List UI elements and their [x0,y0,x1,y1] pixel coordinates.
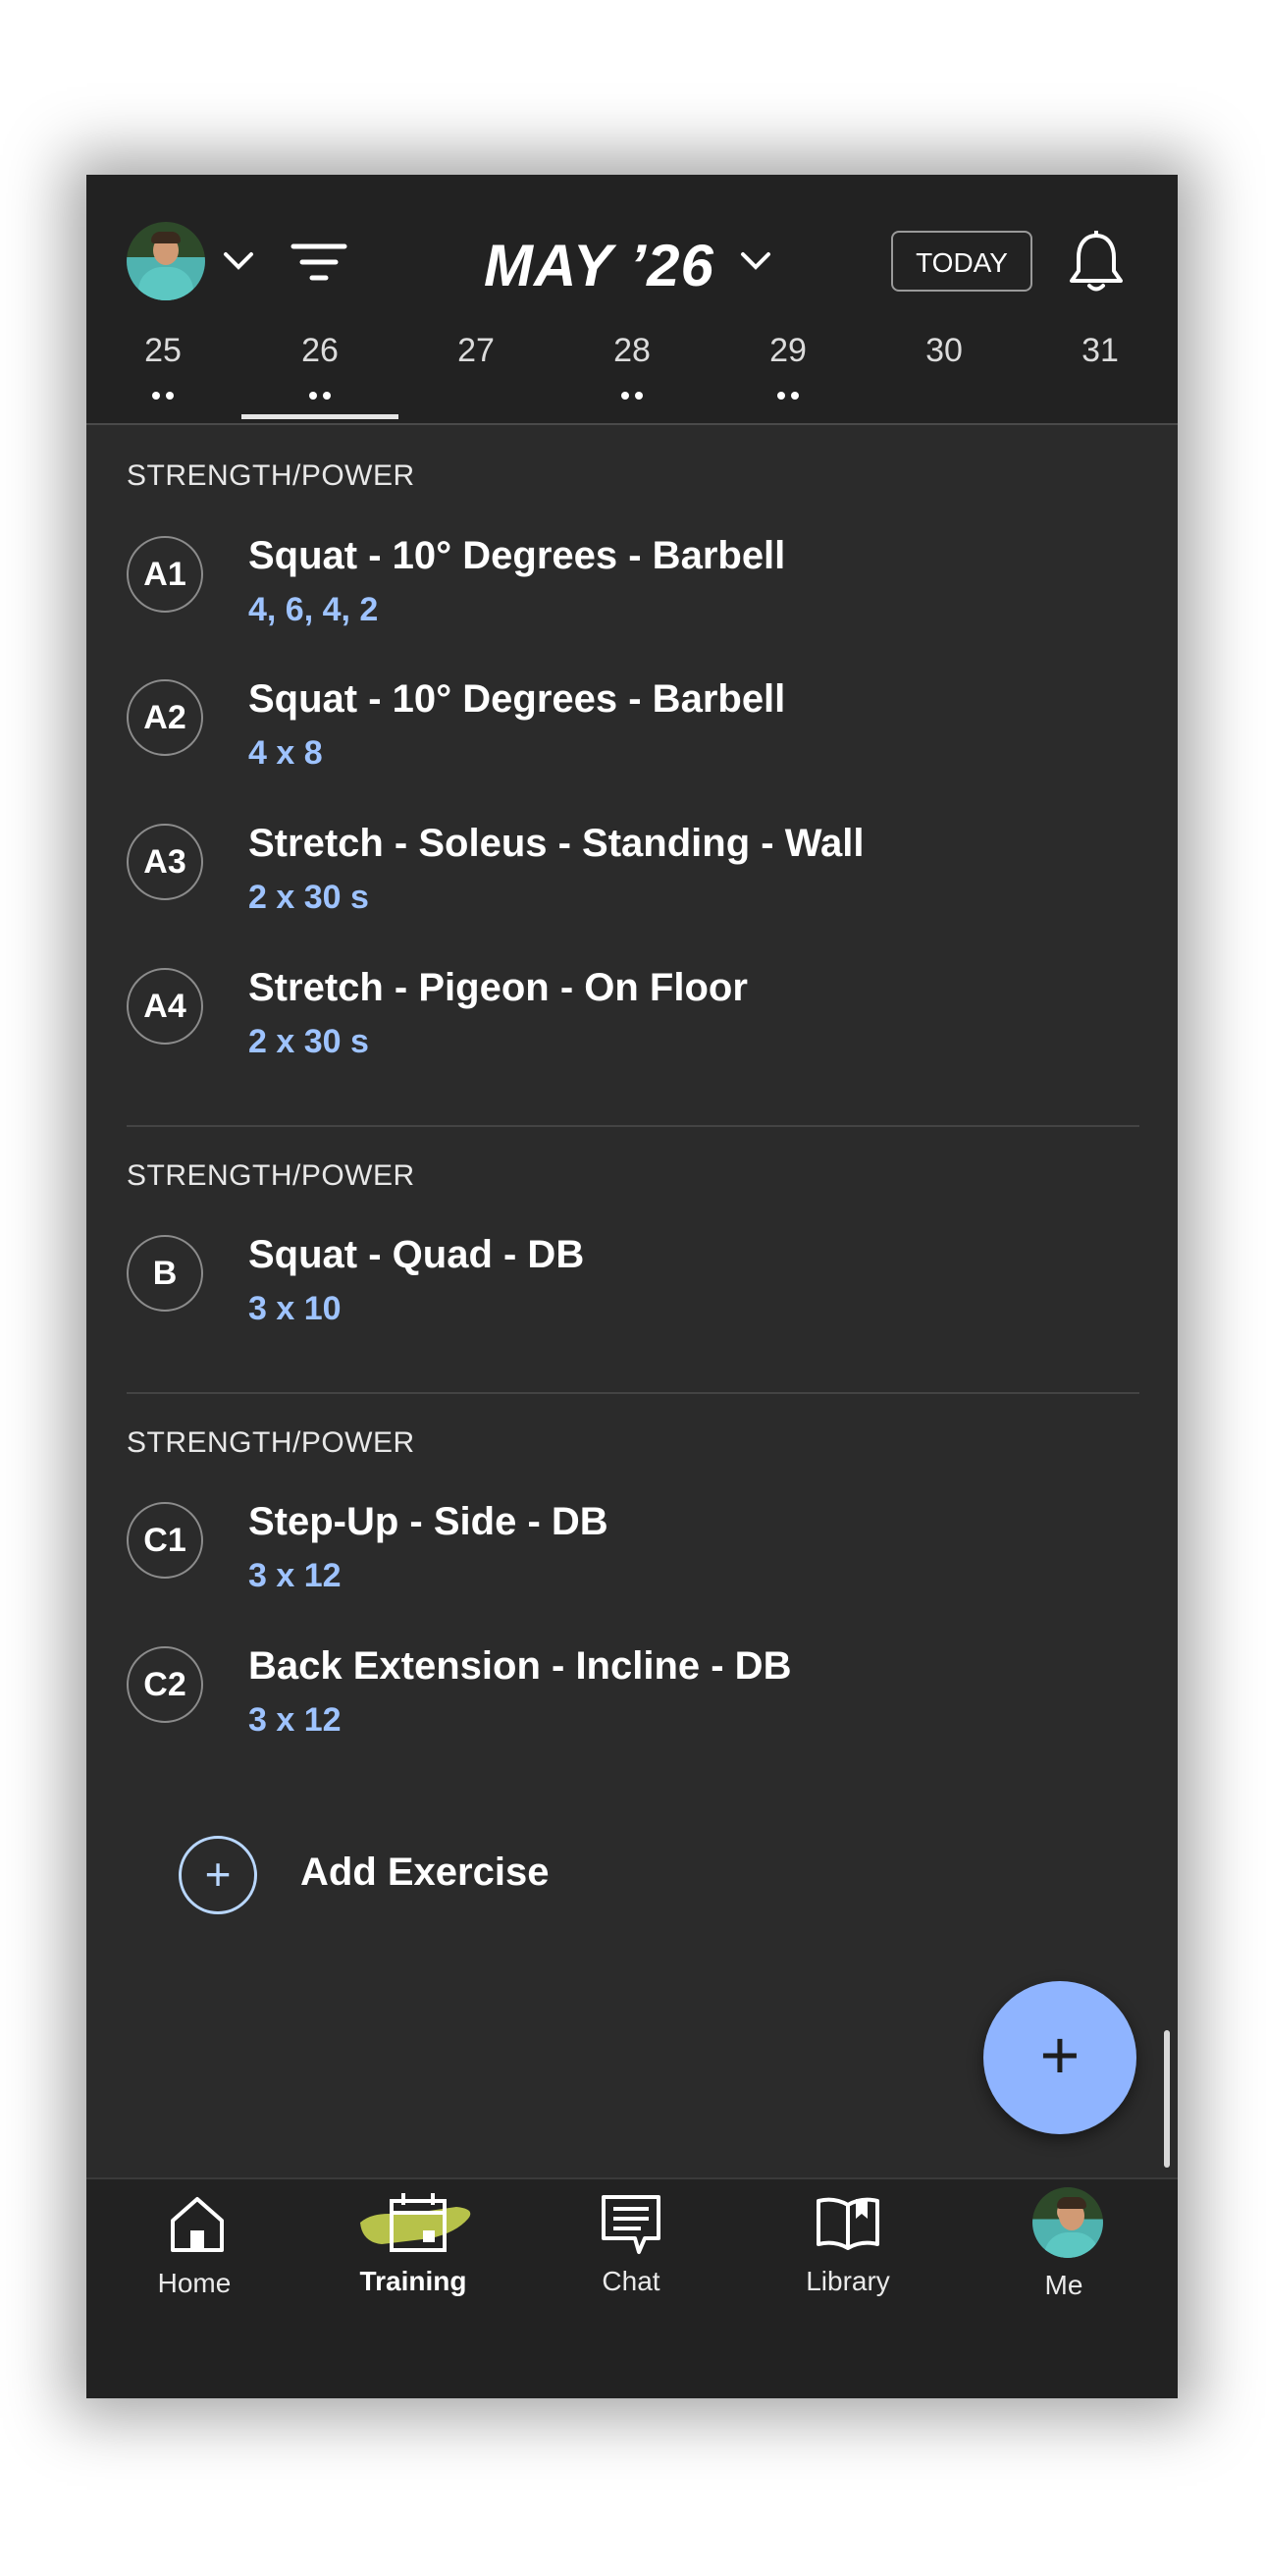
exercise-name[interactable]: Step-Up - Side - DB [248,1500,608,1544]
exercise-sets: 3 x 12 [248,1701,342,1739]
section-label: STRENGTH/POWER [127,1426,415,1459]
event-dots [114,370,212,400]
book-icon [817,2197,879,2250]
profile-avatar[interactable] [127,222,205,300]
day-31[interactable]: 31 [1051,332,1149,390]
chevron-down-icon[interactable] [739,249,772,273]
chat-icon [602,2195,660,2254]
day-number: 27 [457,332,495,369]
day-number: 30 [925,332,963,369]
home-icon [171,2197,224,2252]
day-number: 26 [301,332,339,369]
bottom-nav: Home Training Chat Library Me [86,2177,1178,2398]
nav-home[interactable]: Home [106,2179,283,2317]
exercise-sets: 4, 6, 4, 2 [248,591,379,628]
day-25[interactable]: 25 [114,332,212,400]
phone-screen: MAY ’26 TODAY 25 26 27 28 29 30 31 STREN… [86,175,1178,2398]
nav-label: Chat [602,2266,660,2296]
exercise-badge: A2 [127,679,203,756]
nav-label: Training [359,2266,467,2296]
exercise-badge: A4 [127,968,203,1045]
exercise-sets: 2 x 30 s [248,1023,369,1060]
nav-label: Me [1044,2270,1083,2300]
exercise-name[interactable]: Stretch - Pigeon - On Floor [248,966,748,1010]
section-divider [127,1392,1139,1394]
plus-icon: + [1039,2016,1081,2093]
exercise-sets: 3 x 12 [248,1557,342,1594]
exercise-sets: 3 x 10 [248,1290,342,1327]
day-30[interactable]: 30 [895,332,993,390]
day-26[interactable]: 26 [271,332,369,400]
day-29[interactable]: 29 [739,332,837,400]
calendar-icon [360,2193,471,2252]
event-dots [739,370,837,400]
month-title[interactable]: MAY ’26 [484,232,714,299]
avatar [1032,2187,1103,2258]
add-exercise-button[interactable]: Add Exercise [300,1851,549,1895]
day-28[interactable]: 28 [583,332,681,400]
nav-library[interactable]: Library [760,2179,936,2317]
exercise-badge: C2 [127,1646,203,1723]
selected-day-indicator [241,414,398,419]
today-button[interactable]: TODAY [891,231,1032,292]
exercise-sets: 4 x 8 [248,734,323,772]
section-divider [127,1125,1139,1127]
exercise-badge: A1 [127,536,203,613]
exercise-badge: B [127,1235,203,1312]
exercise-badge: A3 [127,824,203,900]
day-27[interactable]: 27 [427,332,525,390]
nav-label: Library [806,2266,890,2296]
exercise-badge: C1 [127,1502,203,1579]
exercise-name[interactable]: Squat - 10° Degrees - Barbell [248,677,785,722]
nav-chat[interactable]: Chat [543,2179,719,2317]
section-label: STRENGTH/POWER [127,459,415,492]
filter-icon[interactable] [290,242,347,283]
nav-me[interactable]: Me [976,2179,1152,2317]
day-number: 29 [769,332,807,369]
day-number: 31 [1081,332,1119,369]
section-label: STRENGTH/POWER [127,1159,415,1192]
day-number: 28 [613,332,651,369]
chevron-down-icon[interactable] [222,249,255,273]
exercise-name[interactable]: Squat - 10° Degrees - Barbell [248,534,785,578]
exercise-name[interactable]: Back Extension - Incline - DB [248,1644,791,1689]
nav-training[interactable]: Training [325,2179,501,2317]
bell-icon[interactable] [1068,230,1125,295]
exercise-sets: 2 x 30 s [248,879,369,916]
nav-label: Home [157,2268,232,2298]
add-fab-button[interactable]: + [983,1981,1136,2134]
day-number: 25 [144,332,182,369]
event-dots [583,370,681,400]
exercise-name[interactable]: Squat - Quad - DB [248,1233,584,1277]
exercise-name[interactable]: Stretch - Soleus - Standing - Wall [248,822,864,866]
scrollbar[interactable] [1164,2030,1170,2168]
plus-circle-icon[interactable]: + [179,1836,257,1914]
event-dots [271,370,369,400]
top-bar: MAY ’26 TODAY 25 26 27 28 29 30 31 [86,175,1178,425]
